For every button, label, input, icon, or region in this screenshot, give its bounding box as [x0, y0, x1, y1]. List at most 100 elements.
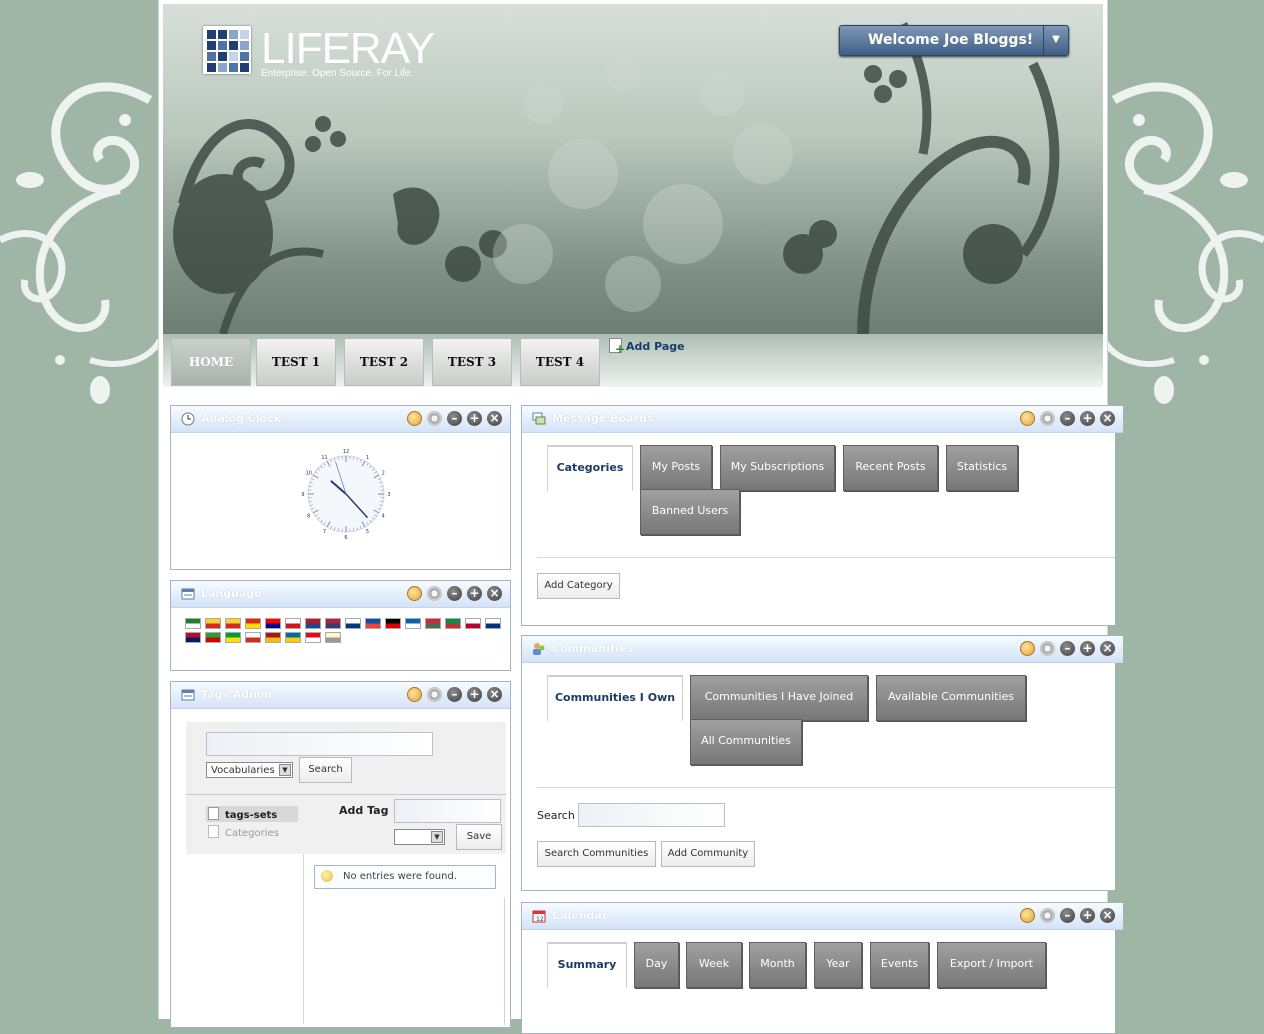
- tab-year[interactable]: Year: [814, 942, 862, 988]
- flag-zh-cn-icon[interactable]: [245, 618, 261, 629]
- add-tag-input[interactable]: [394, 799, 501, 823]
- tab-communities-i-own[interactable]: Communities I Own: [547, 675, 683, 721]
- configuration-icon[interactable]: [427, 411, 442, 426]
- tab-day[interactable]: Day: [634, 942, 679, 988]
- flag-tr-icon[interactable]: [305, 632, 321, 643]
- maximize-icon[interactable]: +: [467, 411, 482, 426]
- close-icon[interactable]: ×: [1100, 641, 1115, 656]
- close-icon[interactable]: ×: [1100, 908, 1115, 923]
- add-category-button[interactable]: Add Category: [537, 573, 620, 599]
- tab-recent-posts[interactable]: Recent Posts: [843, 445, 938, 491]
- add-page-link[interactable]: Add Page: [609, 338, 685, 353]
- tab-communities-i-have-joined[interactable]: Communities I Have Joined: [690, 675, 868, 721]
- flag-cs-icon[interactable]: [285, 618, 301, 629]
- flag-ru-icon[interactable]: [245, 632, 261, 643]
- tags-admin-toolbar: Vocabularies ▼ Search tags-sets Categori…: [186, 722, 506, 854]
- flag-en-icon[interactable]: [325, 618, 341, 629]
- flag-pt-br-icon[interactable]: [225, 632, 241, 643]
- flag-fr-icon[interactable]: [365, 618, 381, 629]
- look-and-feel-icon[interactable]: [1020, 908, 1035, 923]
- maximize-icon[interactable]: +: [1080, 641, 1095, 656]
- tab-all-communities[interactable]: All Communities: [690, 719, 802, 765]
- look-and-feel-icon[interactable]: [1020, 641, 1035, 656]
- flag-zh-tw-icon[interactable]: [265, 618, 281, 629]
- search-communities-button[interactable]: Search Communities: [537, 841, 656, 867]
- tab-available-communities[interactable]: Available Communities: [876, 675, 1026, 721]
- portlet-title-bar[interactable]: Language –+×: [171, 581, 510, 608]
- look-and-feel-icon[interactable]: [1020, 411, 1035, 426]
- flag-ja-icon[interactable]: [465, 618, 481, 629]
- maximize-icon[interactable]: +: [467, 586, 482, 601]
- portlet-title-bar[interactable]: Communities –+×: [522, 636, 1123, 663]
- portlet-title-bar[interactable]: Tags Admin –+×: [171, 682, 510, 709]
- tab-my-subscriptions[interactable]: My Subscriptions: [720, 445, 835, 491]
- close-icon[interactable]: ×: [1100, 411, 1115, 426]
- flag-fi-icon[interactable]: [345, 618, 361, 629]
- flag-nl-icon[interactable]: [305, 618, 321, 629]
- flag-vi-icon[interactable]: [325, 632, 341, 643]
- configuration-icon[interactable]: [427, 687, 442, 702]
- close-icon[interactable]: ×: [487, 586, 502, 601]
- flag-hu-icon[interactable]: [425, 618, 441, 629]
- tab-week[interactable]: Week: [686, 942, 742, 988]
- tab-my-posts[interactable]: My Posts: [640, 445, 712, 491]
- nav-tab-test-3[interactable]: TEST 3: [432, 338, 512, 386]
- tab-month[interactable]: Month: [749, 942, 806, 988]
- maximize-icon[interactable]: +: [1080, 908, 1095, 923]
- nav-tab-test-4[interactable]: TEST 4: [520, 338, 600, 386]
- look-and-feel-icon[interactable]: [407, 586, 422, 601]
- tags-search-button[interactable]: Search: [299, 757, 352, 783]
- tab-banned-users[interactable]: Banned Users: [640, 489, 740, 535]
- flag-ca-icon[interactable]: [225, 618, 241, 629]
- close-icon[interactable]: ×: [487, 411, 502, 426]
- tree-item-tags-sets[interactable]: tags-sets: [208, 807, 277, 821]
- flag-ko-icon[interactable]: [485, 618, 501, 629]
- nav-tab-test-2[interactable]: TEST 2: [344, 338, 424, 386]
- minimize-icon[interactable]: –: [1060, 908, 1075, 923]
- minimize-icon[interactable]: –: [447, 586, 462, 601]
- look-and-feel-icon[interactable]: [407, 687, 422, 702]
- flag-nb-icon[interactable]: [185, 632, 201, 643]
- tree-item-categories[interactable]: Categories: [208, 825, 279, 839]
- configuration-icon[interactable]: [1040, 908, 1055, 923]
- flag-sv-icon[interactable]: [285, 632, 301, 643]
- portlet-title: Calendar: [552, 909, 607, 922]
- flag-es-icon[interactable]: [265, 632, 281, 643]
- portlet-title-bar[interactable]: Analog Clock –+×: [171, 406, 510, 433]
- close-icon[interactable]: ×: [487, 687, 502, 702]
- save-tag-button[interactable]: Save: [456, 824, 502, 850]
- configuration-icon[interactable]: [1040, 411, 1055, 426]
- nav-tab-home[interactable]: HOME: [171, 338, 251, 386]
- look-and-feel-icon[interactable]: [407, 411, 422, 426]
- tab-events[interactable]: Events: [870, 942, 929, 988]
- dropdown-arrow-icon[interactable]: ▼: [1043, 26, 1068, 55]
- configuration-icon[interactable]: [1040, 641, 1055, 656]
- flag-el-icon[interactable]: [405, 618, 421, 629]
- right-floral-decoration: [1104, 60, 1264, 420]
- minimize-icon[interactable]: –: [447, 411, 462, 426]
- vocabularies-select[interactable]: Vocabularies ▼: [206, 762, 293, 778]
- minimize-icon[interactable]: –: [1060, 411, 1075, 426]
- flag-fa-icon[interactable]: [205, 632, 221, 643]
- flag-ar-icon[interactable]: [185, 618, 201, 629]
- maximize-icon[interactable]: +: [467, 687, 482, 702]
- portlet-title-bar[interactable]: 12 Calendar –+×: [522, 903, 1123, 930]
- tags-search-input[interactable]: [206, 732, 433, 756]
- tab-categories[interactable]: Categories: [547, 445, 633, 491]
- tab-export-import[interactable]: Export / Import: [937, 942, 1046, 988]
- tab-statistics[interactable]: Statistics: [946, 445, 1018, 491]
- flag-de-icon[interactable]: [385, 618, 401, 629]
- communities-search-input[interactable]: [578, 803, 725, 827]
- tag-vocabulary-select[interactable]: ▼: [394, 829, 445, 845]
- portlet-title-bar[interactable]: Message Boards –+×: [522, 406, 1123, 433]
- add-community-button[interactable]: Add Community: [661, 841, 755, 867]
- flag-it-icon[interactable]: [445, 618, 461, 629]
- maximize-icon[interactable]: +: [1080, 411, 1095, 426]
- minimize-icon[interactable]: –: [1060, 641, 1075, 656]
- user-welcome-menu[interactable]: Welcome Joe Bloggs! ▼: [839, 25, 1069, 56]
- configuration-icon[interactable]: [427, 586, 442, 601]
- tab-summary[interactable]: Summary: [547, 942, 627, 988]
- flag-ca-icon[interactable]: [205, 618, 221, 629]
- minimize-icon[interactable]: –: [447, 687, 462, 702]
- nav-tab-test-1[interactable]: TEST 1: [256, 338, 336, 386]
